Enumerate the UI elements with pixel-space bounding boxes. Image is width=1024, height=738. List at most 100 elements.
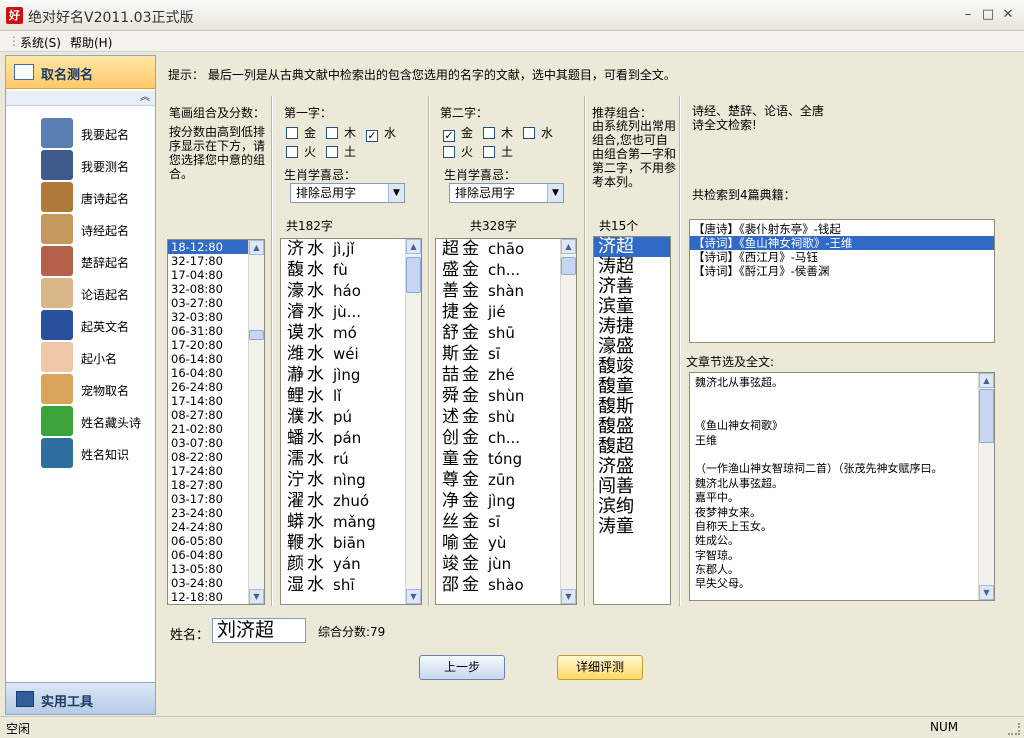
recommend-item[interactable]: 滨童 (594, 297, 670, 317)
sidebar-item[interactable]: 唐诗起名 (41, 182, 151, 212)
stroke-item[interactable]: 17-04:80 (168, 268, 248, 282)
char-row[interactable]: 濠水 háo (281, 281, 421, 302)
element-checkbox[interactable]: 土 (483, 143, 513, 160)
char-row[interactable]: 泞水 nìng (281, 470, 421, 491)
stroke-item[interactable]: 03-17:80 (168, 492, 248, 506)
recommend-item[interactable]: 馥超 (594, 437, 670, 457)
element-checkbox[interactable]: 火 (286, 143, 316, 160)
sidebar-item[interactable]: 我要测名 (41, 150, 151, 180)
char-row[interactable]: 捷金 jié (436, 302, 576, 323)
char-row[interactable]: 濡水 rú (281, 449, 421, 470)
stroke-item[interactable]: 24-24:80 (168, 520, 248, 534)
resize-grip[interactable] (1008, 723, 1020, 735)
stroke-item[interactable]: 03-27:80 (168, 296, 248, 310)
recommend-item[interactable]: 馥斯 (594, 397, 670, 417)
char-row[interactable]: 蟠水 pán (281, 428, 421, 449)
scroll-thumb[interactable] (249, 330, 264, 340)
scroll-thumb[interactable] (979, 389, 994, 443)
checkbox-icon[interactable] (326, 127, 338, 139)
char-row[interactable]: 斯金 sī (436, 344, 576, 365)
minimize-button[interactable]: – (958, 6, 978, 24)
stroke-item[interactable]: 08-27:80 (168, 408, 248, 422)
char-row[interactable]: 盛金 ch... (436, 260, 576, 281)
char-row[interactable]: 颜水 yán (281, 554, 421, 575)
char-row[interactable]: 净金 jìng (436, 491, 576, 512)
checkbox-icon[interactable] (286, 146, 298, 158)
stroke-item[interactable]: 18-27:80 (168, 478, 248, 492)
stroke-item[interactable]: 06-05:80 (168, 534, 248, 548)
close-button[interactable]: ✕ (998, 6, 1018, 24)
recommend-item[interactable]: 馥盛 (594, 417, 670, 437)
first-zodiac-select[interactable]: 排除忌用字 ▼ (290, 183, 405, 203)
element-checkbox[interactable]: 土 (326, 143, 356, 160)
checkbox-icon[interactable] (443, 146, 455, 158)
checkbox-icon[interactable] (286, 127, 298, 139)
char-row[interactable]: 童金 tóng (436, 449, 576, 470)
scroll-down-icon[interactable]: ▼ (406, 589, 421, 604)
char-row[interactable]: 舒金 shū (436, 323, 576, 344)
sidebar-item[interactable]: 姓名知识 (41, 438, 151, 468)
char-row[interactable]: 述金 shù (436, 407, 576, 428)
element-checkbox[interactable]: 木 (483, 124, 513, 141)
recommend-item[interactable]: 濠盛 (594, 337, 670, 357)
checkmark-icon[interactable]: ✓ (443, 130, 455, 142)
scroll-thumb[interactable] (406, 257, 421, 293)
stroke-item[interactable]: 32-08:80 (168, 282, 248, 296)
scroll-up-icon[interactable]: ▲ (406, 239, 421, 254)
checkbox-icon[interactable] (483, 127, 495, 139)
stroke-item[interactable]: 32-03:80 (168, 310, 248, 324)
prev-button[interactable]: 上一步 (419, 655, 505, 680)
scroll-down-icon[interactable]: ▼ (979, 585, 994, 600)
checkbox-icon[interactable] (326, 146, 338, 158)
sidebar-item[interactable]: 论语起名 (41, 278, 151, 308)
sidebar-item[interactable]: 楚辞起名 (41, 246, 151, 276)
char-row[interactable]: 蟒水 mǎng (281, 512, 421, 533)
stroke-item[interactable]: 03-07:80 (168, 436, 248, 450)
char-row[interactable]: 善金 shàn (436, 281, 576, 302)
char-row[interactable]: 鞭水 biān (281, 533, 421, 554)
recommend-item[interactable]: 济善 (594, 277, 670, 297)
recommend-item[interactable]: 涛捷 (594, 317, 670, 337)
sidebar-item[interactable]: 起英文名 (41, 310, 151, 340)
stroke-item[interactable]: 03-24:80 (168, 576, 248, 590)
char-row[interactable]: 尊金 zūn (436, 470, 576, 491)
checkbox-icon[interactable] (523, 127, 535, 139)
char-row[interactable]: 馥水 fù (281, 260, 421, 281)
char-row[interactable]: 济水 jì,jǐ (281, 239, 421, 260)
recommend-list[interactable]: 济超 涛超 济善 滨童 涛捷 濠盛 馥竣 馥童 馥斯 馥盛 馥超 济盛 闯善 滨绚 涛童 (593, 236, 671, 605)
element-checkbox[interactable]: 火 (443, 143, 473, 160)
scroll-thumb[interactable] (561, 257, 576, 275)
char-row[interactable]: 舜金 shùn (436, 386, 576, 407)
sidebar-item[interactable]: 姓名藏头诗 (41, 406, 151, 436)
stroke-item[interactable]: 21-02:80 (168, 422, 248, 436)
menu-help[interactable]: 帮助(H) (70, 34, 112, 51)
recommend-item[interactable]: 馥童 (594, 377, 670, 397)
char-row[interactable]: 瀞水 jìng (281, 365, 421, 386)
scroll-up-icon[interactable]: ▲ (561, 239, 576, 254)
element-checkbox[interactable]: ✓ 水 (366, 124, 396, 142)
stroke-item[interactable]: 13-05:80 (168, 562, 248, 576)
char-row[interactable]: 潍水 wéi (281, 344, 421, 365)
sidebar-item[interactable]: 我要起名 (41, 118, 151, 148)
stroke-item[interactable]: 08-22:80 (168, 450, 248, 464)
stroke-item[interactable]: 17-20:80 (168, 338, 248, 352)
char-row[interactable]: 鲤水 lǐ (281, 386, 421, 407)
classic-item[interactable]: 【诗词】《酹江月》-侯善渊 (690, 264, 994, 278)
first-scrollbar[interactable]: ▲ ▼ (405, 239, 421, 604)
recommend-item[interactable]: 闯善 (594, 477, 670, 497)
name-field[interactable]: 刘济超 (212, 618, 306, 643)
recommend-item[interactable]: 济超 (594, 237, 670, 257)
second-zodiac-select[interactable]: 排除忌用字 ▼ (449, 183, 564, 203)
excerpt-text[interactable]: 魏济北从事弦超。 《鱼山神女祠歌》 王维 （一作渔山神女智琼祠二首）（张茂先神女赋序曰… (689, 372, 995, 601)
char-row[interactable]: 喆金 zhé (436, 365, 576, 386)
scroll-up-icon[interactable]: ▲ (249, 240, 264, 255)
first-char-list[interactable]: 济水 jì,jǐ 馥水 fù 濠水 háo 濬水 jù... 谟水 mó 潍水 wéi 瀞水 jìng 鲤水… (280, 238, 422, 605)
detail-button[interactable]: 详细评测 (557, 655, 643, 680)
excerpt-scrollbar[interactable]: ▲ ▼ (978, 373, 994, 600)
char-row[interactable]: 濮水 pú (281, 407, 421, 428)
stroke-item[interactable]: 32-17:80 (168, 254, 248, 268)
maximize-button[interactable]: □ (978, 6, 998, 24)
sidebar-footer-tools[interactable]: 实用工具 (6, 682, 155, 714)
recommend-item[interactable]: 滨绚 (594, 497, 670, 517)
sidebar-item[interactable]: 宠物取名 (41, 374, 151, 404)
